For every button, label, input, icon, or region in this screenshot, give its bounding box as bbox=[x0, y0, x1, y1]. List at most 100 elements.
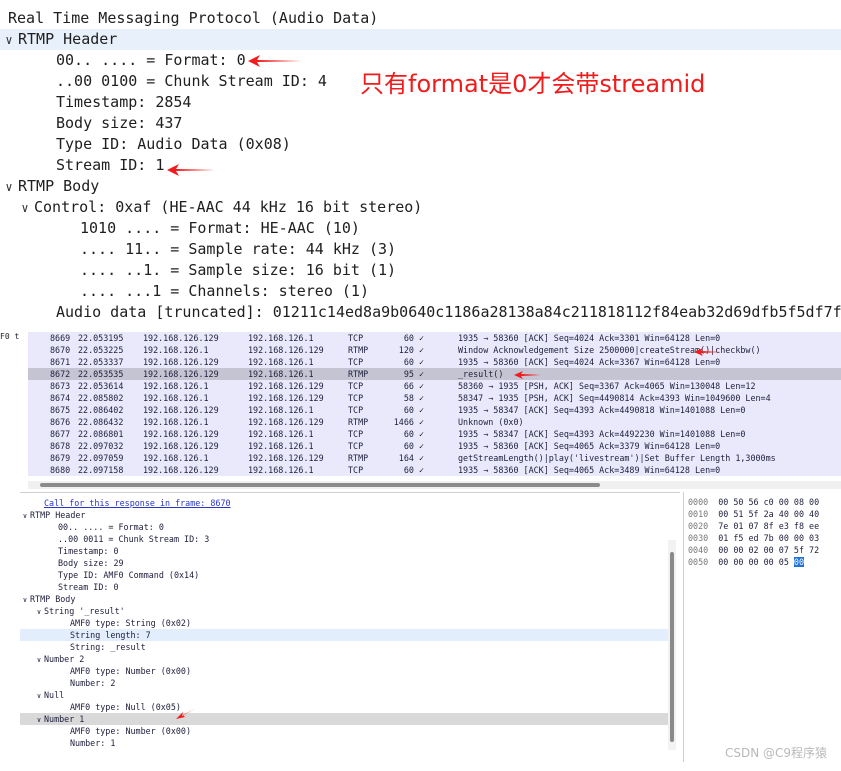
detail-line[interactable]: AMF0 type: Number (0x00) bbox=[20, 725, 670, 737]
packet-info-cell: getStreamLength()|play('livestream')|Set… bbox=[458, 453, 776, 463]
packet-info-cell: 1935 → 58360 [ACK] Seq=4024 Ack=3367 Win… bbox=[458, 357, 721, 367]
detail-vscroll-thumb[interactable] bbox=[670, 552, 674, 742]
detail-line[interactable]: Timestamp: 0 bbox=[20, 545, 670, 557]
packet-dst-cell: 192.168.126.1 bbox=[248, 357, 314, 367]
packet-row[interactable]: 8671 22.053337 192.168.126.129 192.168.126.… bbox=[28, 356, 841, 368]
hex-selected-byte[interactable]: 00 bbox=[793, 557, 804, 567]
call-frame-link[interactable]: Call for this response in frame: 8670 bbox=[44, 498, 231, 508]
detail-line[interactable]: Number: 2 bbox=[20, 677, 670, 689]
hex-line[interactable]: 0000 00 50 56 c0 00 08 00 bbox=[688, 496, 819, 508]
top-tree-line[interactable]: Stream ID: 1 bbox=[0, 155, 841, 176]
packet-proto-cell: TCP bbox=[348, 405, 364, 415]
packet-row[interactable]: 8669 22.053195 192.168.126.129 192.168.126.… bbox=[28, 332, 841, 344]
detail-line[interactable]: ∨ RTMP Header bbox=[20, 509, 670, 521]
top-tree-line[interactable]: .... ...1 = Channels: stereo (1) bbox=[0, 281, 841, 302]
hex-bytes: 7e 01 07 8f e3 f8 ee bbox=[718, 521, 820, 531]
top-tree-line[interactable]: ∨ RTMP Body bbox=[0, 176, 841, 197]
red-arrow-icon bbox=[514, 371, 541, 379]
detail-line[interactable]: ..00 0011 = Chunk Stream ID: 3 bbox=[20, 533, 670, 545]
hex-bytes: 00 00 02 00 07 5f 72 bbox=[718, 545, 820, 555]
packet-proto-cell: TCP bbox=[348, 429, 364, 439]
top-tree-line[interactable]: Audio data [truncated]: 01211c14ed8a9b06… bbox=[0, 302, 841, 323]
detail-line[interactable]: ∨ RTMP Body bbox=[20, 593, 670, 605]
packet-info-cell: 1935 → 58360 [ACK] Seq=4024 Ack=3301 Win… bbox=[458, 333, 721, 343]
detail-line[interactable]: String length: 7 bbox=[20, 629, 670, 641]
detail-line[interactable]: ∨ Null bbox=[20, 689, 670, 701]
packet-row[interactable]: 8680 22.097158 192.168.126.129 192.168.126.… bbox=[28, 464, 841, 476]
packet-list-hscroll-thumb[interactable] bbox=[40, 483, 600, 487]
hex-line[interactable]: 0020 7e 01 07 8f e3 f8 ee bbox=[688, 520, 819, 532]
top-tree-line[interactable]: Type ID: Audio Data (0x08) bbox=[0, 134, 841, 155]
packet-row[interactable]: 8672 22.053535 192.168.126.129 192.168.126.… bbox=[28, 368, 841, 380]
packet-len-cell: 60 ✓ bbox=[403, 441, 424, 451]
packet-row[interactable]: 8676 22.086432 192.168.126.1 192.168.126.12… bbox=[28, 416, 841, 428]
packet-src-cell: 192.168.126.1 bbox=[143, 381, 209, 391]
hex-bytes: 00 50 56 c0 00 08 00 bbox=[718, 497, 820, 507]
detail-line[interactable]: ∨ Number 1 bbox=[20, 713, 670, 725]
wireshark-screenshot: Real Time Messaging Protocol (Audio Data… bbox=[0, 0, 841, 771]
packet-time-cell: 22.053614 bbox=[78, 381, 124, 391]
detail-line[interactable]: AMF0 type: Null (0x05) bbox=[20, 701, 670, 713]
packet-time-cell: 22.053195 bbox=[78, 333, 124, 343]
packet-row[interactable]: 8678 22.097032 192.168.126.129 192.168.126.… bbox=[28, 440, 841, 452]
packet-row[interactable]: 8675 22.086402 192.168.126.129 192.168.126.… bbox=[28, 404, 841, 416]
top-tree-line[interactable]: Real Time Messaging Protocol (Audio Data… bbox=[0, 8, 841, 29]
hex-line[interactable]: 0040 00 00 02 00 07 5f 72 bbox=[688, 544, 819, 556]
expand-toggle-icon[interactable]: ∨ bbox=[0, 177, 18, 198]
packet-row[interactable]: 8674 22.085802 192.168.126.1 192.168.126.12… bbox=[28, 392, 841, 404]
red-arrow-icon bbox=[248, 55, 302, 67]
detail-line[interactable]: AMF0 type: String (0x02) bbox=[20, 617, 670, 629]
detail-line[interactable]: Type ID: AMF0 Command (0x14) bbox=[20, 569, 670, 581]
top-tree-text: .... ...1 = Channels: stereo (1) bbox=[80, 282, 369, 300]
top-tree-line[interactable]: ∨ RTMP Header bbox=[0, 29, 841, 50]
detail-line[interactable]: ∨ Number 2 bbox=[20, 653, 670, 665]
detail-line[interactable]: Number: 1 bbox=[20, 737, 670, 749]
detail-line[interactable]: 00.. .... = Format: 0 bbox=[20, 521, 670, 533]
detail-text: ..00 0011 = Chunk Stream ID: 3 bbox=[58, 534, 210, 544]
packet-src-cell: 192.168.126.129 bbox=[143, 357, 219, 367]
hex-line[interactable]: 0010 00 51 5f 2a 40 00 40 bbox=[688, 508, 819, 520]
detail-text: Number 1 bbox=[44, 714, 85, 724]
packet-len-cell: 58 ✓ bbox=[403, 393, 424, 403]
detail-call-link-line[interactable]: Call for this response in frame: 8670 bbox=[20, 497, 670, 509]
hex-bytes: 00 00 00 00 05 bbox=[718, 557, 789, 567]
top-tree-line[interactable]: .... 11.. = Sample rate: 44 kHz (3) bbox=[0, 239, 841, 260]
detail-line[interactable]: ∨ String '_result' bbox=[20, 605, 670, 617]
packet-info-cell: 1935 → 58360 [ACK] Seq=4065 Ack=3379 Win… bbox=[458, 441, 721, 451]
packet-proto-cell: TCP bbox=[348, 357, 364, 367]
packet-len-cell: 60 ✓ bbox=[403, 429, 424, 439]
top-tree-text: Type ID: Audio Data (0x08) bbox=[56, 135, 291, 153]
hex-line[interactable]: 0050 00 00 00 00 05 00 bbox=[688, 556, 804, 568]
detail-line[interactable]: String: _result bbox=[20, 641, 670, 653]
packet-info-cell: Unknown (0x0) bbox=[458, 417, 524, 427]
packet-src-cell: 192.168.126.129 bbox=[143, 441, 219, 451]
packet-src-cell: 192.168.126.1 bbox=[143, 453, 209, 463]
detail-line[interactable]: AMF0 type: Number (0x00) bbox=[20, 665, 670, 677]
packet-src-cell: 192.168.126.1 bbox=[143, 393, 209, 403]
top-tree-text: Audio data [truncated]: 01211c14ed8a9b06… bbox=[56, 303, 841, 321]
hex-bytes: 01 f5 ed 7b 00 00 03 bbox=[718, 533, 820, 543]
packet-row[interactable]: 8679 22.097059 192.168.126.1 192.168.126.12… bbox=[28, 452, 841, 464]
top-tree-line[interactable]: ∨ Control: 0xaf (HE-AAC 44 kHz 16 bit ste… bbox=[0, 197, 841, 218]
detail-line[interactable]: Stream ID: 0 bbox=[20, 581, 670, 593]
packet-info-cell: _result() bbox=[458, 369, 504, 379]
packet-len-cell: 120 ✓ bbox=[398, 345, 424, 355]
hex-line[interactable]: 0030 01 f5 ed 7b 00 00 03 bbox=[688, 532, 819, 544]
expand-toggle-icon[interactable]: ∨ bbox=[16, 198, 34, 219]
hex-offset: 0050 bbox=[688, 557, 709, 567]
packet-row[interactable]: 8677 22.086801 192.168.126.129 192.168.126.… bbox=[28, 428, 841, 440]
packet-time-cell: 22.097059 bbox=[78, 453, 124, 463]
detail-line[interactable]: Body size: 29 bbox=[20, 557, 670, 569]
packet-dst-cell: 192.168.126.1 bbox=[248, 333, 314, 343]
top-tree-line[interactable]: .... ..1. = Sample size: 16 bit (1) bbox=[0, 260, 841, 281]
packet-info-cell: 1935 → 58347 [ACK] Seq=4393 Ack=4492230 … bbox=[458, 429, 746, 439]
packet-row[interactable]: 8673 22.053614 192.168.126.1 192.168.126.12… bbox=[28, 380, 841, 392]
top-tree-line[interactable]: 1010 .... = Format: HE-AAC (10) bbox=[0, 218, 841, 239]
packet-len-cell: 164 ✓ bbox=[398, 453, 424, 463]
top-tree-line[interactable]: Body size: 437 bbox=[0, 113, 841, 134]
detail-text: RTMP Header bbox=[30, 510, 86, 520]
top-tree-text: Real Time Messaging Protocol (Audio Data… bbox=[8, 9, 379, 27]
detail-text: Number 2 bbox=[44, 654, 85, 664]
expand-toggle-icon[interactable]: ∨ bbox=[0, 30, 18, 51]
top-tree-text: RTMP Header bbox=[18, 30, 118, 48]
